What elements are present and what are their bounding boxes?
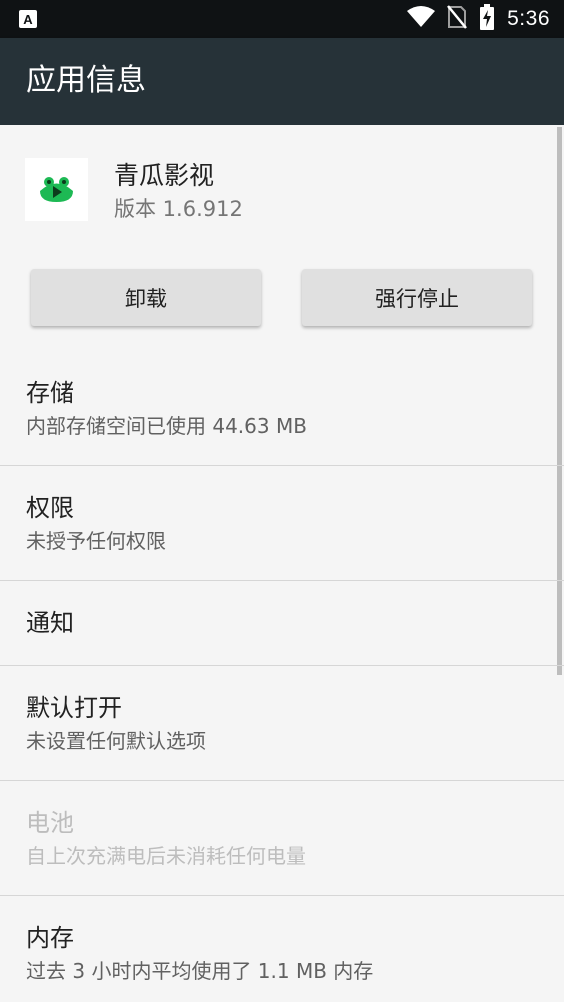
status-time: 5:36 — [507, 7, 550, 30]
battery-charging-icon — [479, 4, 495, 34]
force-stop-button[interactable]: 强行停止 — [302, 269, 532, 326]
list-item-battery: 电池 自上次充满电后未消耗任何电量 — [0, 781, 564, 895]
battery-title: 电池 — [26, 809, 74, 837]
app-name: 青瓜影视 — [114, 161, 215, 190]
list-item-permissions[interactable]: 权限 未授予任何权限 — [0, 466, 564, 580]
page-title: 应用信息 — [26, 63, 146, 98]
notification-a-icon: A — [18, 9, 38, 29]
wifi-icon — [407, 6, 436, 32]
qinggua-app-icon — [25, 158, 88, 221]
open-by-default-summary: 未设置任何默认选项 — [26, 729, 206, 753]
app-bar: 应用信息 — [0, 38, 564, 125]
memory-summary: 过去 3 小时内平均使用了 1.1 MB 内存 — [26, 959, 374, 983]
permissions-title: 权限 — [26, 494, 74, 522]
svg-text:A: A — [23, 12, 33, 27]
storage-title: 存储 — [26, 379, 74, 407]
permissions-summary: 未授予任何权限 — [26, 529, 166, 553]
app-header: 青瓜影视 版本 1.6.912 — [0, 125, 564, 255]
uninstall-button[interactable]: 卸载 — [31, 269, 261, 326]
storage-summary: 内部存储空间已使用 44.63 MB — [26, 414, 307, 438]
app-info-content[interactable]: 青瓜影视 版本 1.6.912 卸载 强行停止 存储 内部存储空间已使用 44.… — [0, 125, 564, 1002]
battery-summary: 自上次充满电后未消耗任何电量 — [26, 844, 306, 868]
list-item-storage[interactable]: 存储 内部存储空间已使用 44.63 MB — [0, 368, 564, 465]
notifications-title: 通知 — [26, 609, 74, 637]
list-item-notifications[interactable]: 通知 — [0, 581, 564, 665]
list-item-open-by-default[interactable]: 默认打开 未设置任何默认选项 — [0, 666, 564, 780]
open-by-default-title: 默认打开 — [26, 694, 122, 722]
memory-title: 内存 — [26, 924, 74, 952]
no-sim-icon — [447, 5, 468, 33]
list-item-memory[interactable]: 内存 过去 3 小时内平均使用了 1.1 MB 内存 — [0, 896, 564, 1002]
status-bar: A 5:36 — [0, 0, 564, 38]
app-version: 版本 1.6.912 — [114, 197, 243, 221]
